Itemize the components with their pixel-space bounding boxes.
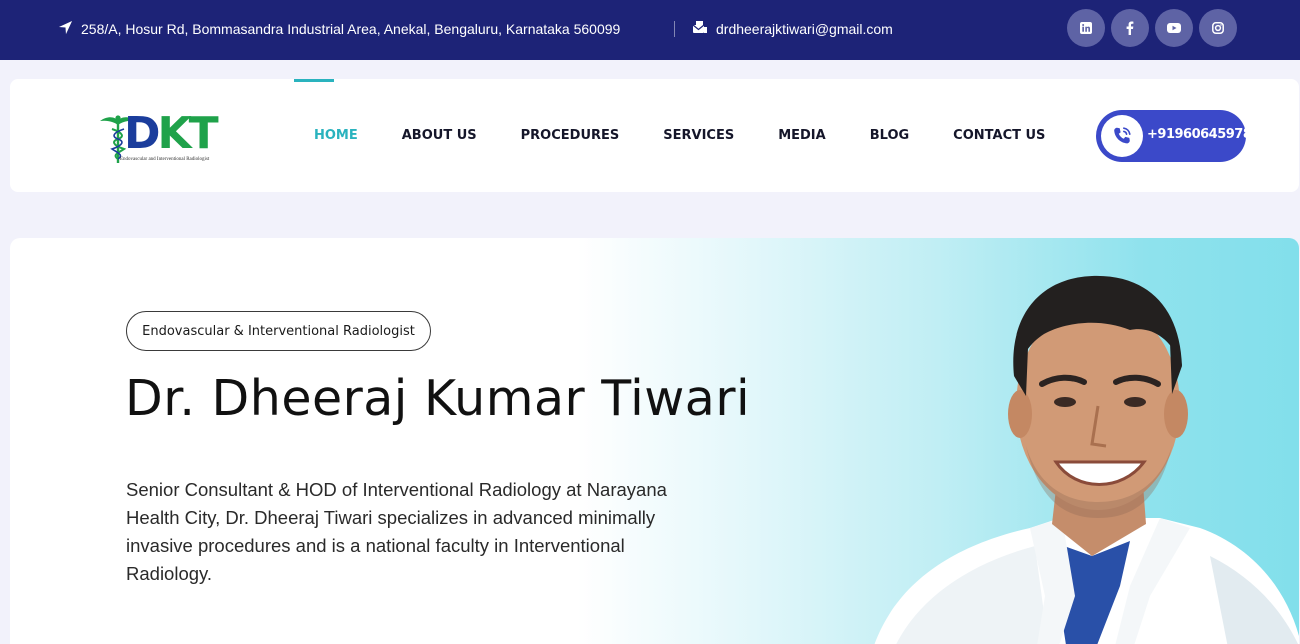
doctor-portrait-image bbox=[874, 275, 1299, 644]
page-title: Dr. Dheeraj Kumar Tiwari bbox=[125, 370, 751, 427]
nav-media[interactable]: MEDIA bbox=[778, 128, 826, 143]
instagram-icon[interactable] bbox=[1199, 9, 1237, 47]
email-info[interactable]: drdheerajktiwari@gmail.com bbox=[692, 20, 893, 38]
phone-number: +919606459782 bbox=[1147, 127, 1260, 142]
email-link[interactable]: drdheerajktiwari@gmail.com bbox=[716, 21, 893, 37]
address-info: 258/A, Hosur Rd, Bommasandra Industrial … bbox=[58, 20, 620, 38]
mail-icon bbox=[692, 20, 708, 38]
location-arrow-icon bbox=[58, 20, 73, 38]
facebook-icon[interactable] bbox=[1111, 9, 1149, 47]
specialty-badge: Endovascular & Interventional Radiologis… bbox=[126, 311, 431, 351]
nav-home[interactable]: HOME bbox=[294, 79, 358, 143]
logo-tagline: Endovascular and Interventional Radiolog… bbox=[120, 157, 210, 162]
social-links bbox=[1067, 9, 1237, 47]
nav-services[interactable]: SERVICES bbox=[663, 128, 734, 143]
nav-blog[interactable]: BLOG bbox=[870, 128, 909, 143]
topbar-divider bbox=[674, 21, 675, 37]
linkedin-icon[interactable] bbox=[1067, 9, 1105, 47]
logo-wordmark: DKT bbox=[124, 108, 219, 159]
address-text: 258/A, Hosur Rd, Bommasandra Industrial … bbox=[81, 21, 621, 37]
phone-icon bbox=[1101, 115, 1143, 157]
nav-about-us[interactable]: ABOUT US bbox=[402, 128, 477, 143]
main-nav: HOME ABOUT US PROCEDURES SERVICES MEDIA … bbox=[294, 79, 1045, 143]
nav-contact-us[interactable]: CONTACT US bbox=[953, 128, 1045, 143]
youtube-icon[interactable] bbox=[1155, 9, 1193, 47]
hero-description: Senior Consultant & HOD of Interventiona… bbox=[126, 479, 667, 584]
nav-procedures[interactable]: PROCEDURES bbox=[521, 128, 620, 143]
site-logo[interactable]: DKT Endovascular and Interventional Radi… bbox=[98, 108, 243, 165]
top-info-bar: 258/A, Hosur Rd, Bommasandra Industrial … bbox=[0, 0, 1300, 60]
hero-section: Endovascular & Interventional Radiologis… bbox=[10, 238, 1299, 644]
call-button[interactable]: +919606459782 bbox=[1096, 110, 1260, 162]
site-header: DKT Endovascular and Interventional Radi… bbox=[10, 79, 1299, 192]
